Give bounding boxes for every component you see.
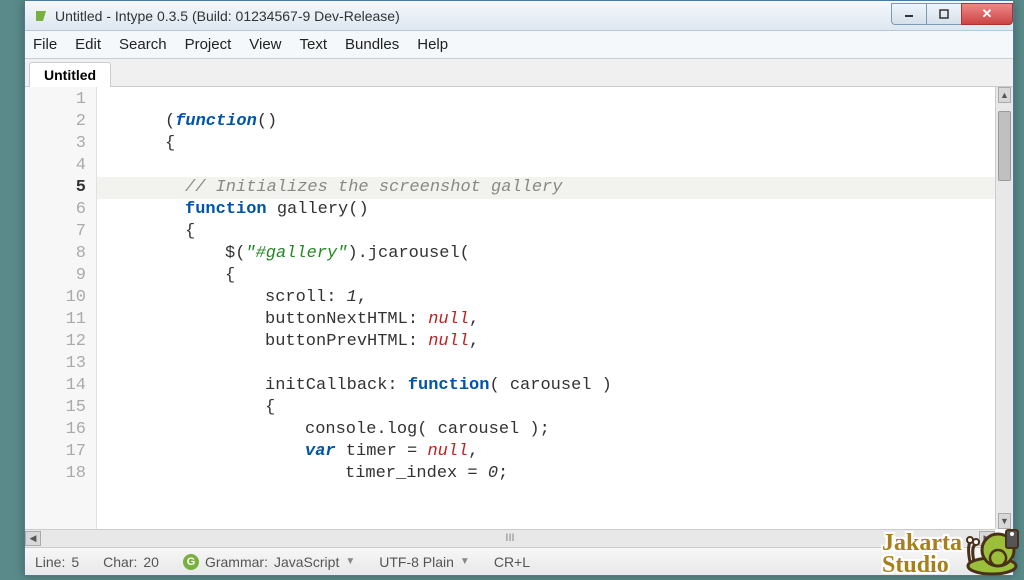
code-line[interactable]: { — [105, 133, 995, 155]
maximize-icon — [939, 9, 949, 19]
status-line-label: Line: — [35, 554, 65, 570]
code-line[interactable]: buttonNextHTML: null, — [105, 309, 995, 331]
line-number: 13 — [25, 353, 96, 375]
code-line[interactable] — [105, 155, 995, 177]
status-char-label: Char: — [103, 554, 137, 570]
vertical-scrollbar[interactable]: ▲ ▼ — [995, 87, 1013, 529]
scroll-up-button[interactable]: ▲ — [998, 87, 1011, 103]
editor-area: 123456789101112131415161718 (function(){… — [25, 87, 1013, 529]
window-controls: ✕ — [892, 3, 1013, 25]
code-line[interactable] — [105, 353, 995, 375]
code-line[interactable]: { — [105, 265, 995, 287]
line-number: 12 — [25, 331, 96, 353]
titlebar[interactable]: Untitled - Intype 0.3.5 (Build: 01234567… — [25, 1, 1013, 31]
close-button[interactable]: ✕ — [961, 3, 1013, 25]
code-line[interactable]: (function() — [105, 111, 995, 133]
code-line[interactable]: $("#gallery").jcarousel( — [105, 243, 995, 265]
menubar: File Edit Search Project View Text Bundles Help — [25, 31, 1013, 59]
app-window: Untitled - Intype 0.3.5 (Build: 01234567… — [24, 0, 1014, 576]
chevron-down-icon: ▼ — [345, 556, 355, 567]
scroll-right-button[interactable]: ▶ — [979, 531, 995, 546]
code-content[interactable]: (function(){// Initializes the screensho… — [97, 87, 995, 529]
menu-file[interactable]: File — [33, 36, 57, 53]
line-number: 1 — [25, 89, 96, 111]
status-line-value: 5 — [71, 554, 79, 570]
code-line[interactable]: initCallback: function( carousel ) — [105, 375, 995, 397]
status-encoding-value: UTF-8 Plain — [379, 554, 454, 570]
line-number: 16 — [25, 419, 96, 441]
line-number: 14 — [25, 375, 96, 397]
line-number: 3 — [25, 133, 96, 155]
hscroll-indicator: III — [505, 532, 514, 544]
horizontal-scrollbar[interactable]: ◀ III ▶ — [25, 529, 995, 547]
status-grammar-label: Grammar: — [205, 554, 268, 570]
line-number: 5 — [25, 177, 96, 199]
window-title: Untitled - Intype 0.3.5 (Build: 01234567… — [55, 8, 400, 24]
app-icon — [33, 8, 49, 24]
scroll-left-button[interactable]: ◀ — [25, 531, 41, 546]
status-line: Line: 5 — [35, 554, 79, 570]
line-number: 2 — [25, 111, 96, 133]
tab-untitled[interactable]: Untitled — [29, 62, 111, 87]
menu-project[interactable]: Project — [185, 36, 232, 53]
status-char: Char: 20 — [103, 554, 159, 570]
menu-view[interactable]: View — [249, 36, 281, 53]
line-number: 17 — [25, 441, 96, 463]
code-line[interactable]: // Initializes the screenshot gallery — [97, 177, 995, 199]
line-number: 10 — [25, 287, 96, 309]
code-line[interactable] — [105, 89, 995, 111]
close-icon: ✕ — [982, 6, 993, 22]
line-number: 18 — [25, 463, 96, 485]
line-number: 7 — [25, 221, 96, 243]
statusbar: Line: 5 Char: 20 G Grammar: JavaScript ▼… — [25, 547, 1013, 575]
tabbar: Untitled — [25, 59, 1013, 87]
code-line[interactable]: function gallery() — [105, 199, 995, 221]
menu-search[interactable]: Search — [119, 36, 167, 53]
status-encoding[interactable]: UTF-8 Plain ▼ — [379, 554, 470, 570]
line-number: 6 — [25, 199, 96, 221]
code-editor[interactable]: 123456789101112131415161718 (function(){… — [25, 87, 995, 529]
line-number: 11 — [25, 309, 96, 331]
code-line[interactable]: buttonPrevHTML: null, — [105, 331, 995, 353]
menu-help[interactable]: Help — [417, 36, 448, 53]
line-number: 9 — [25, 265, 96, 287]
code-line[interactable]: { — [105, 397, 995, 419]
scroll-thumb[interactable] — [998, 111, 1011, 181]
line-number: 15 — [25, 397, 96, 419]
minimize-icon — [904, 9, 914, 19]
code-line[interactable]: timer_index = 0; — [105, 463, 995, 485]
status-lineending[interactable]: CR+L — [494, 554, 530, 570]
scroll-down-button[interactable]: ▼ — [998, 513, 1011, 529]
menu-text[interactable]: Text — [300, 36, 328, 53]
code-line[interactable]: var timer = null, — [105, 441, 995, 463]
menu-bundles[interactable]: Bundles — [345, 36, 399, 53]
code-line[interactable]: console.log( carousel ); — [105, 419, 995, 441]
minimize-button[interactable] — [891, 3, 927, 25]
status-grammar[interactable]: G Grammar: JavaScript ▼ — [183, 554, 355, 570]
grammar-badge-icon: G — [183, 554, 199, 570]
status-lineending-value: CR+L — [494, 554, 530, 570]
status-grammar-value: JavaScript — [274, 554, 339, 570]
maximize-button[interactable] — [926, 3, 962, 25]
code-line[interactable]: { — [105, 221, 995, 243]
status-char-value: 20 — [143, 554, 159, 570]
menu-edit[interactable]: Edit — [75, 36, 101, 53]
line-number: 8 — [25, 243, 96, 265]
chevron-down-icon: ▼ — [460, 556, 470, 567]
code-line[interactable]: scroll: 1, — [105, 287, 995, 309]
line-gutter: 123456789101112131415161718 — [25, 87, 97, 529]
line-number: 4 — [25, 155, 96, 177]
